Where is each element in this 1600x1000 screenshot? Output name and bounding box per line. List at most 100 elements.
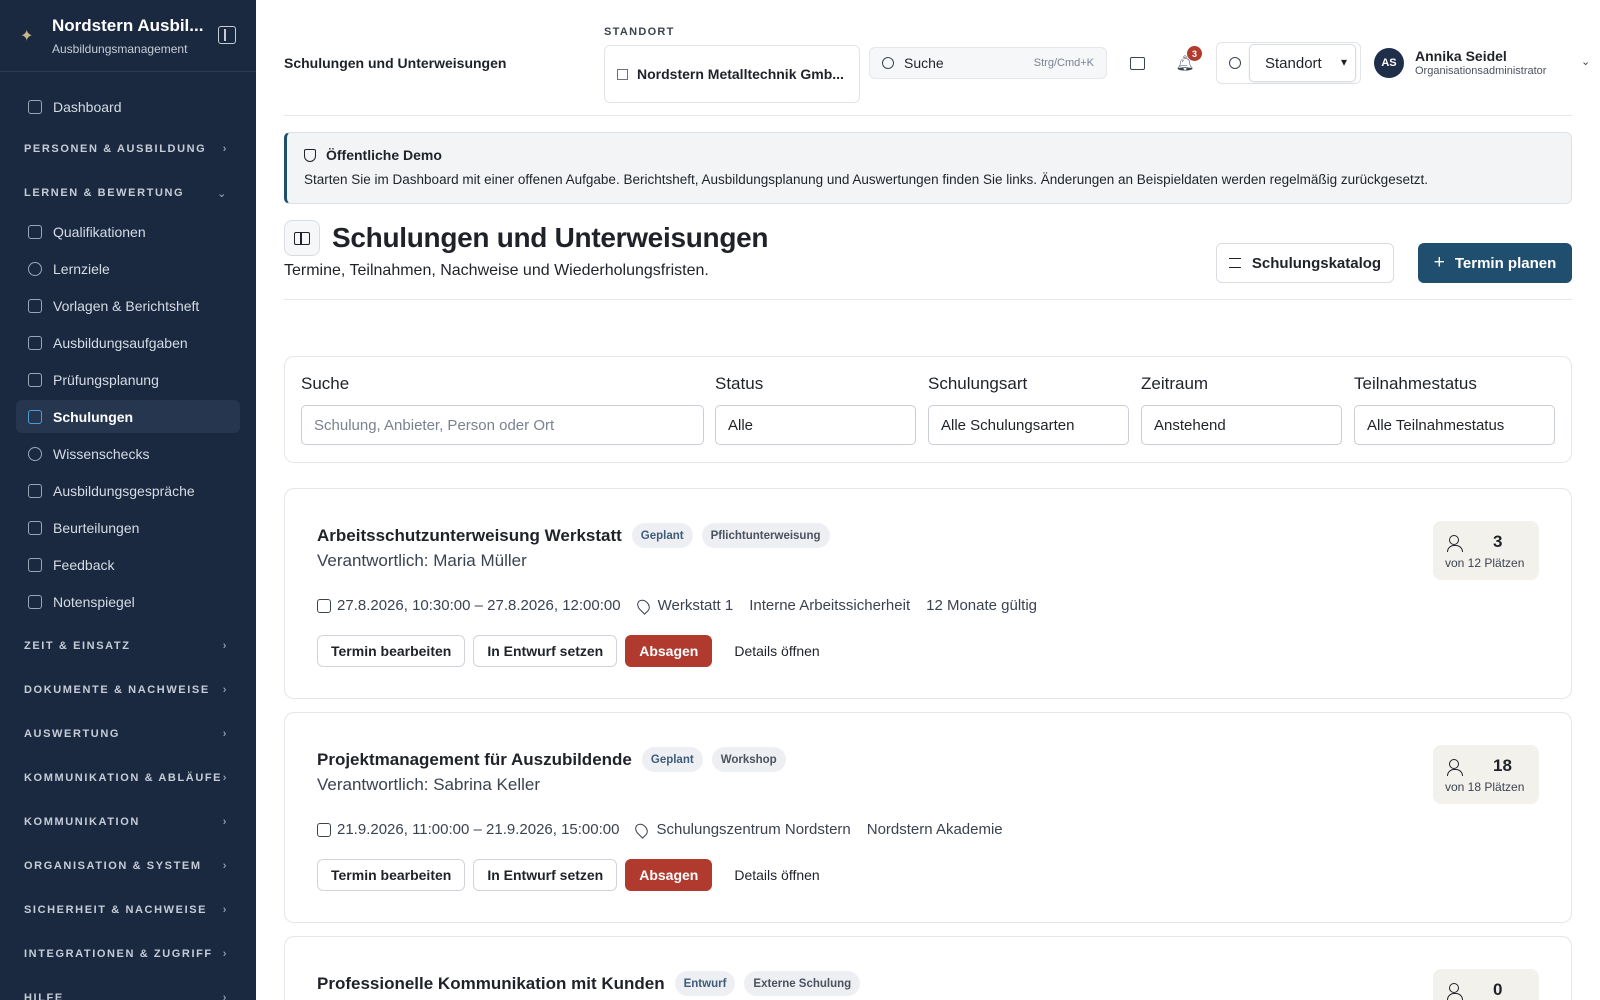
- sidebar-item-label: Vorlagen & Berichtsheft: [53, 297, 200, 314]
- section-label: DOKUMENTE & NACHWEISE: [24, 684, 210, 696]
- sidebar-item-label: Notenspiegel: [53, 593, 135, 610]
- book-open-icon: [294, 231, 310, 245]
- training-card: Professionelle Kommunikation mit Kunden …: [284, 936, 1572, 1000]
- global-search[interactable]: Suche Strg/Cmd+K: [869, 47, 1107, 79]
- section-label: PERSONEN & AUSBILDUNG: [24, 143, 207, 155]
- open-details-button[interactable]: Details öffnen: [720, 635, 834, 667]
- section-label: KOMMUNIKATION & ABLÄUFE: [24, 772, 223, 784]
- sidebar-item-ausbildungsgespraeche[interactable]: Ausbildungsgespräche: [16, 474, 240, 507]
- user-menu-chevron-icon[interactable]: ⌄: [1581, 55, 1590, 68]
- theme-select-value: Standort: [1265, 54, 1322, 72]
- sidebar-item-wissenschecks[interactable]: Wissenschecks: [16, 437, 240, 470]
- sidebar-item-pruefungsplanung[interactable]: Prüfungsplanung: [16, 363, 240, 396]
- section-sicherheit[interactable]: SICHERHEIT & NACHWEISE ›: [0, 888, 256, 932]
- set-draft-button[interactable]: In Entwurf setzen: [473, 859, 618, 891]
- filter-panel: Suche Schulung, Anbieter, Person oder Or…: [284, 356, 1572, 463]
- messages-button[interactable]: [1126, 52, 1148, 74]
- section-kommunikation-ablaeufe[interactable]: KOMMUNIKATION & ABLÄUFE ›: [0, 756, 256, 800]
- section-label: ZEIT & EINSATZ: [24, 640, 131, 652]
- section-lernen[interactable]: LERNEN & BEWERTUNG ⌄: [0, 171, 256, 215]
- open-details-button[interactable]: Details öffnen: [720, 859, 834, 891]
- page-icon: [284, 220, 320, 256]
- calendar-clock-icon: [317, 598, 331, 613]
- section-personen[interactable]: PERSONEN & AUSBILDUNG ›: [0, 127, 256, 171]
- sidebar-item-notenspiegel[interactable]: Notenspiegel: [16, 585, 240, 618]
- sidebar-item-label: Prüfungsplanung: [53, 371, 159, 388]
- brand-header: ✦ Nordstern Ausbil... Ausbildungsmanagem…: [0, 0, 256, 72]
- sidebar-item-ausbildungsaufgaben[interactable]: Ausbildungsaufgaben: [16, 326, 240, 359]
- training-title-row: Arbeitsschutzunterweisung Werkstatt Gepl…: [317, 523, 839, 548]
- filter-label: Schulungsart: [928, 374, 1028, 393]
- training-title[interactable]: Professionelle Kommunikation mit Kunden: [317, 974, 665, 994]
- topbar: Schulungen und Unterweisungen STANDORT N…: [284, 0, 1590, 116]
- avatar[interactable]: AS: [1374, 48, 1404, 78]
- sidebar-item-schulungen[interactable]: Schulungen: [16, 400, 240, 433]
- type-select[interactable]: Alle Schulungsarten: [928, 405, 1129, 445]
- edit-appointment-button[interactable]: Termin bearbeiten: [317, 635, 466, 667]
- sidebar-item-feedback[interactable]: Feedback: [16, 548, 240, 581]
- search-shortcut: Strg/Cmd+K: [1033, 57, 1094, 69]
- training-date: 21.9.2026, 11:00:00 – 21.9.2026, 15:00:0…: [337, 821, 620, 838]
- chevron-down-icon: ⌄: [217, 187, 228, 200]
- section-dokumente[interactable]: DOKUMENTE & NACHWEISE ›: [0, 668, 256, 712]
- users-icon: [1447, 535, 1464, 552]
- plan-appointment-button[interactable]: + Termin planen: [1418, 243, 1572, 283]
- training-title[interactable]: Arbeitsschutzunterweisung Werkstatt: [317, 526, 622, 546]
- section-integrationen[interactable]: INTEGRATIONEN & ZUGRIFF ›: [0, 932, 256, 976]
- notice-title: Öffentliche Demo: [304, 147, 1554, 163]
- filter-label: Zeitraum: [1141, 374, 1209, 393]
- cancel-training-button[interactable]: Absagen: [625, 859, 713, 891]
- catalog-button[interactable]: Schulungskatalog: [1216, 243, 1394, 283]
- sidebar-item-beurteilungen[interactable]: Beurteilungen: [16, 511, 240, 544]
- sparkle-logo-icon: ✦: [20, 27, 34, 45]
- training-responsible: Verantwortlich: Sabrina Keller: [317, 775, 541, 794]
- section-label: KOMMUNIKATION: [24, 816, 140, 828]
- period-select[interactable]: Anstehend: [1141, 405, 1342, 445]
- theme-select[interactable]: Standort ▾: [1249, 44, 1356, 82]
- notification-badge: 3: [1187, 46, 1202, 61]
- training-card: Projektmanagement für Auszubildende Gepl…: [284, 712, 1572, 923]
- sliders-icon: [1228, 258, 1241, 268]
- filter-search-input[interactable]: Schulung, Anbieter, Person oder Ort: [301, 405, 704, 445]
- notice-text: Starten Sie im Dashboard mit einer offen…: [304, 172, 1428, 187]
- training-responsible: Verantwortlich: Maria Müller: [317, 551, 527, 570]
- shield-check-icon: [304, 148, 316, 162]
- standort-label: STANDORT: [604, 26, 675, 38]
- edit-appointment-button[interactable]: Termin bearbeiten: [317, 859, 466, 891]
- sidebar-nav: Dashboard PERSONEN & AUSBILDUNG › LERNEN…: [0, 72, 256, 1000]
- file-icon: [28, 594, 42, 609]
- section-zeit[interactable]: ZEIT & EINSATZ ›: [0, 624, 256, 668]
- notifications-button[interactable]: 🔔︎ 3: [1174, 46, 1202, 74]
- set-draft-button[interactable]: In Entwurf setzen: [473, 635, 618, 667]
- sidebar-item-lernziele[interactable]: Lernziele: [16, 252, 240, 285]
- standort-selector[interactable]: Nordstern Metalltechnik Gmb...: [604, 45, 860, 103]
- sidebar-toggle-icon[interactable]: [218, 26, 236, 44]
- chevron-right-icon: ›: [222, 948, 228, 960]
- cancel-training-button[interactable]: Absagen: [625, 635, 713, 667]
- sidebar-item-vorlagen[interactable]: Vorlagen & Berichtsheft: [16, 289, 240, 322]
- filter-type: Schulungsart Alle Schulungsarten: [928, 374, 1129, 445]
- section-kommunikation[interactable]: KOMMUNIKATION ›: [0, 800, 256, 844]
- participant-count: 3: [1493, 532, 1503, 551]
- status-badge: Geplant: [631, 523, 693, 548]
- participant-count: 18: [1493, 756, 1512, 775]
- participation-select[interactable]: Alle Teilnahmestatus: [1354, 405, 1555, 445]
- filter-participation: Teilnahmestatus Alle Teilnahmestatus: [1354, 374, 1555, 445]
- training-validity: 12 Monate gültig: [926, 597, 1038, 614]
- section-auswertung[interactable]: AUSWERTUNG ›: [0, 712, 256, 756]
- type-badge: Externe Schulung: [744, 971, 861, 996]
- page-header: Schulungen und Unterweisungen Termine, T…: [284, 216, 1572, 300]
- training-title-row: Projektmanagement für Auszubildende Gepl…: [317, 747, 795, 772]
- brain-icon: [28, 446, 42, 461]
- section-hilfe[interactable]: HILFE ›: [0, 976, 256, 1000]
- status-select[interactable]: Alle: [715, 405, 916, 445]
- user-name[interactable]: Annika Seidel: [1415, 48, 1507, 64]
- chevron-right-icon: ›: [222, 904, 228, 916]
- sidebar-item-qualifikationen[interactable]: Qualifikationen: [16, 215, 240, 248]
- capacity-text: von 12 Plätzen: [1445, 556, 1525, 570]
- section-organisation[interactable]: ORGANISATION & SYSTEM ›: [0, 844, 256, 888]
- sidebar-item-dashboard[interactable]: Dashboard: [16, 90, 240, 123]
- sidebar: ✦ Nordstern Ausbil... Ausbildungsmanagem…: [0, 0, 256, 1000]
- training-title[interactable]: Projektmanagement für Auszubildende: [317, 750, 632, 770]
- catalog-button-label: Schulungskatalog: [1251, 254, 1382, 272]
